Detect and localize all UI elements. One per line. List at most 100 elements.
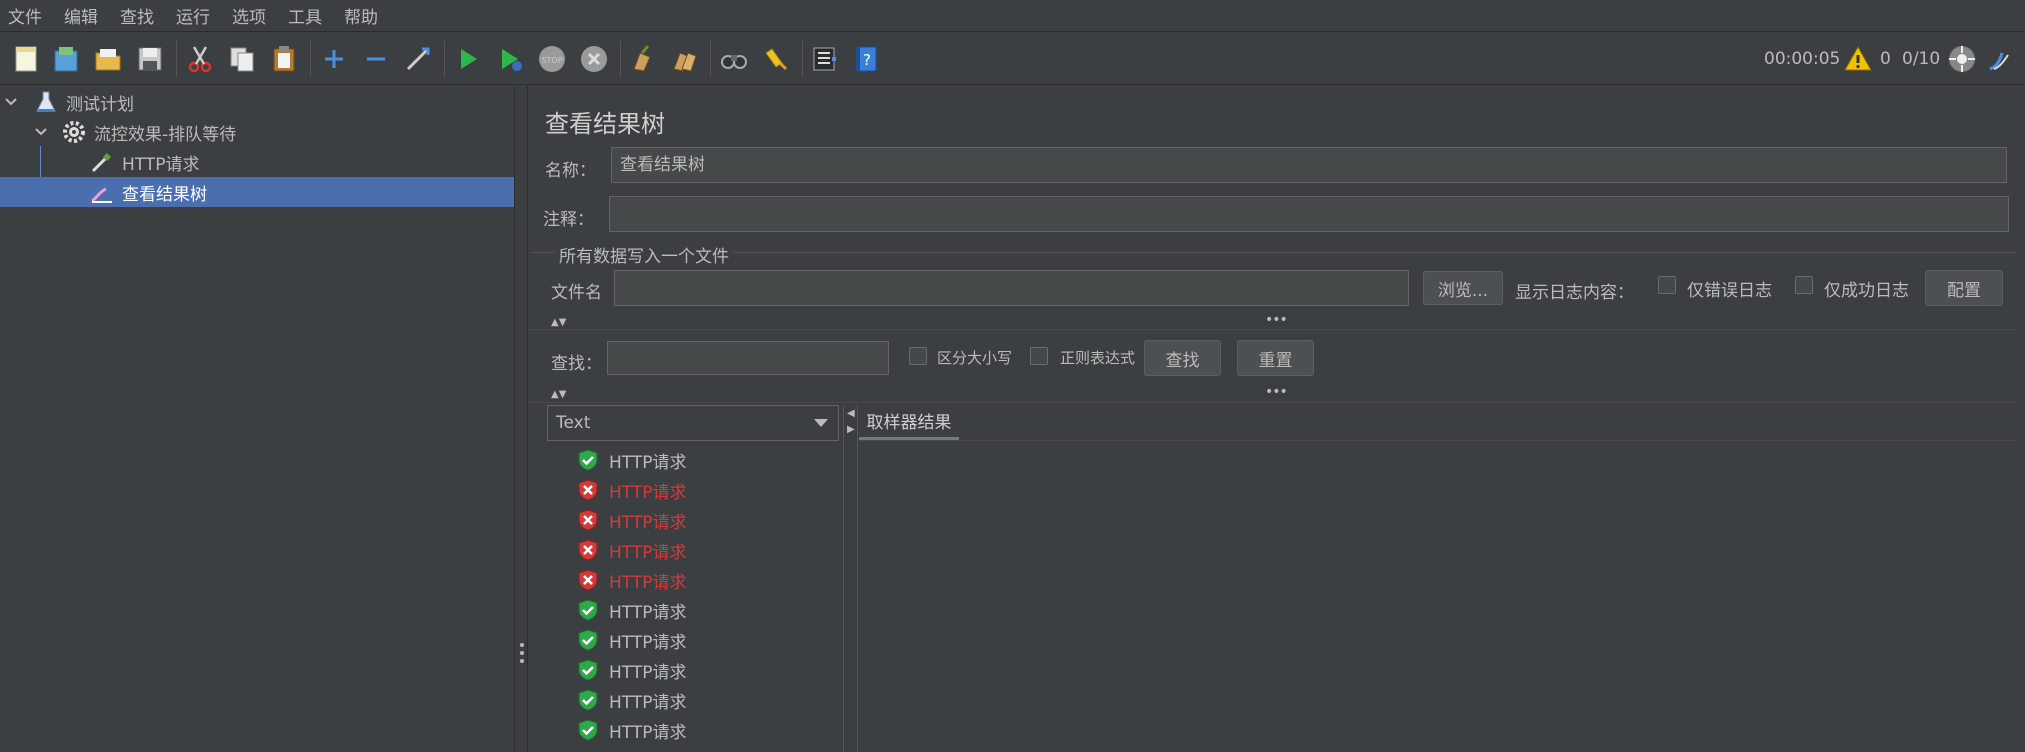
page-title: 查看结果树	[545, 110, 665, 138]
menu-search[interactable]: 查找	[120, 3, 154, 28]
result-label: HTTP请求	[609, 602, 687, 623]
copy-icon[interactable]	[224, 41, 260, 77]
save-icon[interactable]	[132, 41, 168, 77]
errors-only-checkbox[interactable]	[1658, 276, 1676, 294]
result-label: HTTP请求	[609, 512, 687, 533]
comment-label: 注释：	[543, 210, 594, 230]
errors-only-label: 仅错误日志	[1687, 281, 1772, 301]
renderer-value: Text	[556, 413, 591, 433]
start-no-pause-icon[interactable]	[492, 41, 528, 77]
gear-icon	[60, 118, 88, 146]
renderer-select[interactable]: Text	[547, 405, 839, 441]
warning-count: 0	[1880, 49, 1891, 69]
search-label: 查找：	[551, 354, 602, 374]
result-row[interactable]: HTTP请求	[575, 685, 687, 715]
name-label: 名称：	[545, 161, 596, 181]
log-viewer-icon[interactable]	[1982, 41, 2018, 77]
vertical-splitter[interactable]	[514, 86, 528, 752]
result-row[interactable]: HTTP请求	[575, 565, 687, 595]
drag-handle-icon[interactable]: •••	[1265, 385, 1288, 399]
menu-file[interactable]: 文件	[8, 3, 42, 28]
filename-field[interactable]	[614, 270, 1409, 306]
chevron-down-icon[interactable]	[32, 123, 50, 141]
split-arrows-icon[interactable]: ▲▼	[551, 389, 566, 400]
failure-shield-icon	[575, 477, 601, 503]
search-field[interactable]	[607, 341, 889, 375]
tree-item-view-results-tree[interactable]: 查看结果树	[0, 177, 514, 207]
expand-icon[interactable]	[316, 41, 352, 77]
result-label: HTTP请求	[609, 482, 687, 503]
chevron-down-icon[interactable]	[2, 93, 20, 111]
flask-icon	[32, 88, 60, 116]
open-icon[interactable]	[90, 41, 126, 77]
result-row[interactable]: HTTP请求	[575, 505, 687, 535]
success-only-checkbox[interactable]	[1795, 276, 1813, 294]
toolbar: STOP ? 00:00:05 0 0/10	[0, 33, 2025, 85]
shutdown-icon[interactable]	[576, 41, 612, 77]
help-icon[interactable]: ?	[848, 41, 884, 77]
clear-icon[interactable]	[624, 41, 660, 77]
drag-handle-icon[interactable]	[519, 641, 525, 665]
find-button[interactable]: 查找	[1144, 340, 1221, 376]
result-row[interactable]: HTTP请求	[575, 445, 687, 475]
success-only-label: 仅成功日志	[1824, 281, 1909, 301]
toggle-icon[interactable]	[400, 41, 436, 77]
result-label: HTTP请求	[609, 542, 687, 563]
templates-icon[interactable]	[48, 41, 84, 77]
menu-tools[interactable]: 工具	[288, 3, 322, 28]
remote-icon[interactable]	[1944, 41, 1980, 77]
menu-edit[interactable]: 编辑	[64, 3, 98, 28]
success-shield-icon	[575, 717, 601, 743]
case-sensitive-checkbox[interactable]	[909, 347, 927, 365]
regex-checkbox[interactable]	[1030, 347, 1048, 365]
start-icon[interactable]	[450, 41, 486, 77]
reset-button[interactable]: 重置	[1237, 340, 1314, 376]
new-icon[interactable]	[8, 41, 44, 77]
function-helper-icon[interactable]	[806, 41, 842, 77]
success-shield-icon	[575, 657, 601, 683]
result-row[interactable]: HTTP请求	[575, 535, 687, 565]
tree-item-thread-group[interactable]: 流控效果-排队等待	[60, 117, 360, 147]
paste-icon[interactable]	[266, 41, 302, 77]
menu-help[interactable]: 帮助	[344, 3, 378, 28]
svg-text:?: ?	[863, 51, 871, 69]
tree-item-label: 测试计划	[66, 94, 134, 115]
collapse-icon[interactable]	[358, 41, 394, 77]
result-row[interactable]: HTTP请求	[575, 625, 687, 655]
warning-icon[interactable]	[1840, 41, 1876, 77]
success-shield-icon	[575, 447, 601, 473]
result-row[interactable]: HTTP请求	[575, 595, 687, 625]
success-shield-icon	[575, 597, 601, 623]
tree-item-test-plan[interactable]: 测试计划	[32, 87, 332, 117]
browse-button[interactable]: 浏览...	[1423, 271, 1503, 305]
comment-field[interactable]	[609, 196, 2009, 232]
cut-icon[interactable]	[182, 41, 218, 77]
file-group-title: 所有数据写入一个文件	[555, 242, 733, 267]
clear-all-icon[interactable]	[666, 41, 702, 77]
search-icon[interactable]	[716, 41, 752, 77]
menu-bar: 文件 编辑 查找 运行 选项 工具 帮助	[0, 0, 2025, 32]
split-arrows-icon[interactable]: ◀ ▶	[847, 406, 855, 438]
tree-item-http-request[interactable]: HTTP请求	[88, 147, 388, 177]
result-label: HTTP请求	[609, 632, 687, 653]
stop-icon[interactable]: STOP	[534, 41, 570, 77]
name-field[interactable]: 查看结果树	[611, 147, 2007, 183]
result-label: HTTP请求	[609, 722, 687, 743]
result-row[interactable]: HTTP请求	[575, 475, 687, 505]
menu-run[interactable]: 运行	[176, 3, 210, 28]
active-threads: 0/10	[1902, 49, 1941, 69]
regex-label: 正则表达式	[1060, 349, 1136, 367]
reset-search-icon[interactable]	[758, 41, 794, 77]
menu-options[interactable]: 选项	[232, 3, 266, 28]
log-content-label: 显示日志内容：	[1515, 283, 1634, 303]
configure-button[interactable]: 配置	[1925, 270, 2003, 306]
result-row[interactable]: HTTP请求	[575, 655, 687, 685]
split-arrows-icon[interactable]: ▲▼	[551, 317, 566, 328]
chevron-down-icon	[814, 419, 828, 427]
svg-text:STOP: STOP	[541, 56, 562, 65]
test-plan-tree: 测试计划 流控效果-排队等待 HTTP请求 查看结果树	[0, 86, 514, 752]
result-row[interactable]: HTTP请求	[575, 715, 687, 745]
tab-sampler-result[interactable]: 取样器结果	[859, 404, 959, 440]
pipette-icon	[88, 148, 116, 176]
drag-handle-icon[interactable]: •••	[1265, 313, 1288, 327]
